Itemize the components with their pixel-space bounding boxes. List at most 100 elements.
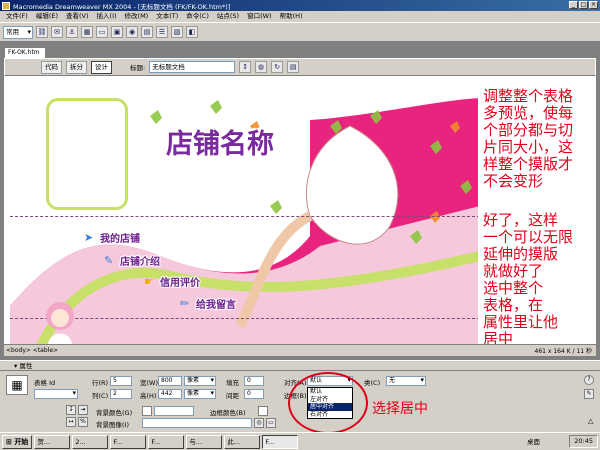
taskbar: ⊞ 开始 贺... 2... F... F... 与... 此... F... …: [0, 432, 600, 450]
bgcolor-swatch[interactable]: [142, 406, 152, 416]
start-button[interactable]: ⊞ 开始: [2, 434, 33, 449]
nav-shop-intro[interactable]: 店铺介绍: [120, 253, 160, 268]
document-toolbar: 代码 拆分 设计 标题: 无标题文档 ↕ ◍ ↻ ▤: [4, 58, 596, 76]
annotation-line: 属性里让他: [483, 313, 559, 331]
comment-icon[interactable]: ☰: [156, 26, 168, 38]
title-bar: Macromedia Dreamweaver MX 2004 - [无标题文档 …: [0, 0, 600, 11]
annotation-line: 选中整个: [483, 279, 544, 297]
file-management-icon[interactable]: ↕: [239, 61, 252, 73]
taskbar-item[interactable]: F...: [110, 434, 147, 449]
class-select[interactable]: 无: [386, 376, 426, 386]
menu-site[interactable]: 站点(S): [213, 11, 243, 22]
convert-to-percent-icon[interactable]: %: [78, 417, 88, 427]
properties-panel-header[interactable]: ▾ 属性: [0, 360, 600, 371]
nav-arrow-icon: ➤: [84, 231, 94, 244]
annotation-line: 片同大小，这: [483, 138, 574, 156]
code-view-button[interactable]: 代码: [41, 60, 62, 74]
title-label: 标题:: [130, 64, 146, 72]
annotation-block-2: 好了，这样 一个可以无限 延伸的摸版 就做好了 选中整个 表格，在 属性里让他 …: [483, 212, 573, 348]
cols-label: 列(C): [92, 392, 109, 400]
menu-modify[interactable]: 修改(M): [121, 11, 153, 22]
design-view-button[interactable]: 设计: [91, 60, 112, 74]
menu-edit[interactable]: 编辑(E): [32, 11, 62, 22]
edit-tag-icon[interactable]: ✎: [584, 389, 594, 399]
rows-input[interactable]: 5: [110, 376, 132, 386]
menu-bar: 文件(F) 编辑(E) 查看(V) 插入(I) 修改(M) 文本(T) 命令(C…: [0, 11, 600, 22]
template-icon[interactable]: ▧: [171, 26, 183, 38]
hyperlink-icon[interactable]: ⛓: [36, 26, 48, 38]
bgcolor-input[interactable]: [154, 406, 194, 416]
refresh-icon[interactable]: ↻: [271, 61, 284, 73]
tag-selector[interactable]: <body> <table>: [4, 347, 58, 354]
download-info: 461 x 164 K / 11 秒: [534, 348, 593, 355]
padding-input[interactable]: 0: [244, 376, 264, 386]
annotation-line: 延伸的摸版: [483, 245, 559, 263]
taskbar-item[interactable]: F...: [148, 434, 185, 449]
maximize-button[interactable]: □: [579, 1, 588, 9]
bgcolor-label: 背景颜色(G): [96, 409, 133, 417]
title-input[interactable]: 无标题文档: [149, 61, 236, 73]
minimize-button[interactable]: _: [569, 1, 578, 9]
width-label: 宽(W): [140, 379, 158, 387]
menu-window[interactable]: 窗口(W): [243, 11, 276, 22]
bordercolor-swatch[interactable]: [258, 406, 268, 416]
taskbar-item-active[interactable]: F...: [262, 434, 299, 449]
convert-to-pixels-icon[interactable]: ⇥: [78, 405, 88, 415]
menu-text[interactable]: 文本(T): [152, 11, 182, 22]
annotation-line: 表格，在: [483, 296, 544, 314]
date-icon[interactable]: ▤: [141, 26, 153, 38]
taskbar-item[interactable]: 此...: [224, 434, 261, 449]
width-input[interactable]: 800: [158, 376, 182, 386]
image-icon[interactable]: ▣: [111, 26, 123, 38]
nav-leave-message[interactable]: 给我留言: [196, 296, 236, 311]
expand-arrow-icon[interactable]: △: [588, 417, 593, 425]
menu-help[interactable]: 帮助(H): [276, 11, 307, 22]
design-canvas[interactable]: 店铺名称 ➤ 我的店铺 ✎ 店铺介绍 ☛ 信用评价 ✏ 给我留言: [4, 76, 478, 344]
nav-credit-rating[interactable]: 信用评价: [160, 274, 200, 289]
document-tab[interactable]: FK-OK.htm: [4, 47, 46, 58]
cols-input[interactable]: 2: [110, 389, 132, 399]
menu-commands[interactable]: 命令(C): [182, 11, 213, 22]
point-to-file-icon[interactable]: ◎: [254, 418, 264, 428]
insert-category-select[interactable]: 常用: [3, 25, 33, 39]
bgimage-input[interactable]: [142, 418, 252, 428]
taskbar-item[interactable]: 与...: [186, 434, 223, 449]
photo-frame-box: [46, 98, 128, 210]
table-icon[interactable]: ▦: [81, 26, 93, 38]
taskbar-item[interactable]: 2...: [72, 434, 109, 449]
taskbar-item[interactable]: 贺...: [34, 434, 71, 449]
menu-view[interactable]: 查看(V): [62, 11, 93, 22]
named-anchor-icon[interactable]: ⚓: [66, 26, 78, 38]
window-title: Macromedia Dreamweaver MX 2004 - [无标题文档 …: [13, 2, 231, 11]
table-row-guide: [10, 318, 478, 319]
help-icon[interactable]: ?: [584, 375, 594, 385]
spacing-input[interactable]: 0: [244, 389, 264, 399]
table-type-icon: ▦: [6, 375, 28, 395]
split-view-button[interactable]: 拆分: [66, 60, 87, 74]
bordercolor-label: 边框颜色(B): [210, 409, 246, 417]
browse-folder-icon[interactable]: ▭: [266, 418, 276, 428]
annotation-line: 就做好了: [483, 262, 544, 280]
clear-widths-icon[interactable]: ↦: [66, 417, 76, 427]
clear-heights-icon[interactable]: ↧: [66, 405, 76, 415]
annotation-line: 调整整个表格: [483, 87, 574, 105]
annotation-line: 个部分都与切: [483, 121, 574, 139]
desktop-toolbar-label[interactable]: 桌面: [527, 436, 540, 446]
width-unit-select[interactable]: 像素: [184, 376, 216, 386]
table-id-select[interactable]: [34, 389, 78, 399]
menu-file[interactable]: 文件(F): [2, 11, 32, 22]
dreamweaver-app-icon: [2, 1, 10, 10]
nav-pencil-icon: ✏: [180, 297, 190, 310]
media-icon[interactable]: ◉: [126, 26, 138, 38]
height-unit-select[interactable]: 像素: [184, 389, 216, 399]
view-options-icon[interactable]: ▤: [287, 61, 300, 73]
annotation-line: 不会变形: [483, 172, 544, 190]
email-link-icon[interactable]: ✉: [51, 26, 63, 38]
nav-my-shop[interactable]: 我的店铺: [100, 230, 140, 245]
close-button[interactable]: ×: [589, 1, 598, 9]
tag-chooser-icon[interactable]: ◧: [186, 26, 198, 38]
menu-insert[interactable]: 插入(I): [93, 11, 121, 22]
preview-browser-icon[interactable]: ◍: [255, 61, 268, 73]
layer-icon[interactable]: ▭: [96, 26, 108, 38]
height-input[interactable]: 442: [158, 389, 182, 399]
